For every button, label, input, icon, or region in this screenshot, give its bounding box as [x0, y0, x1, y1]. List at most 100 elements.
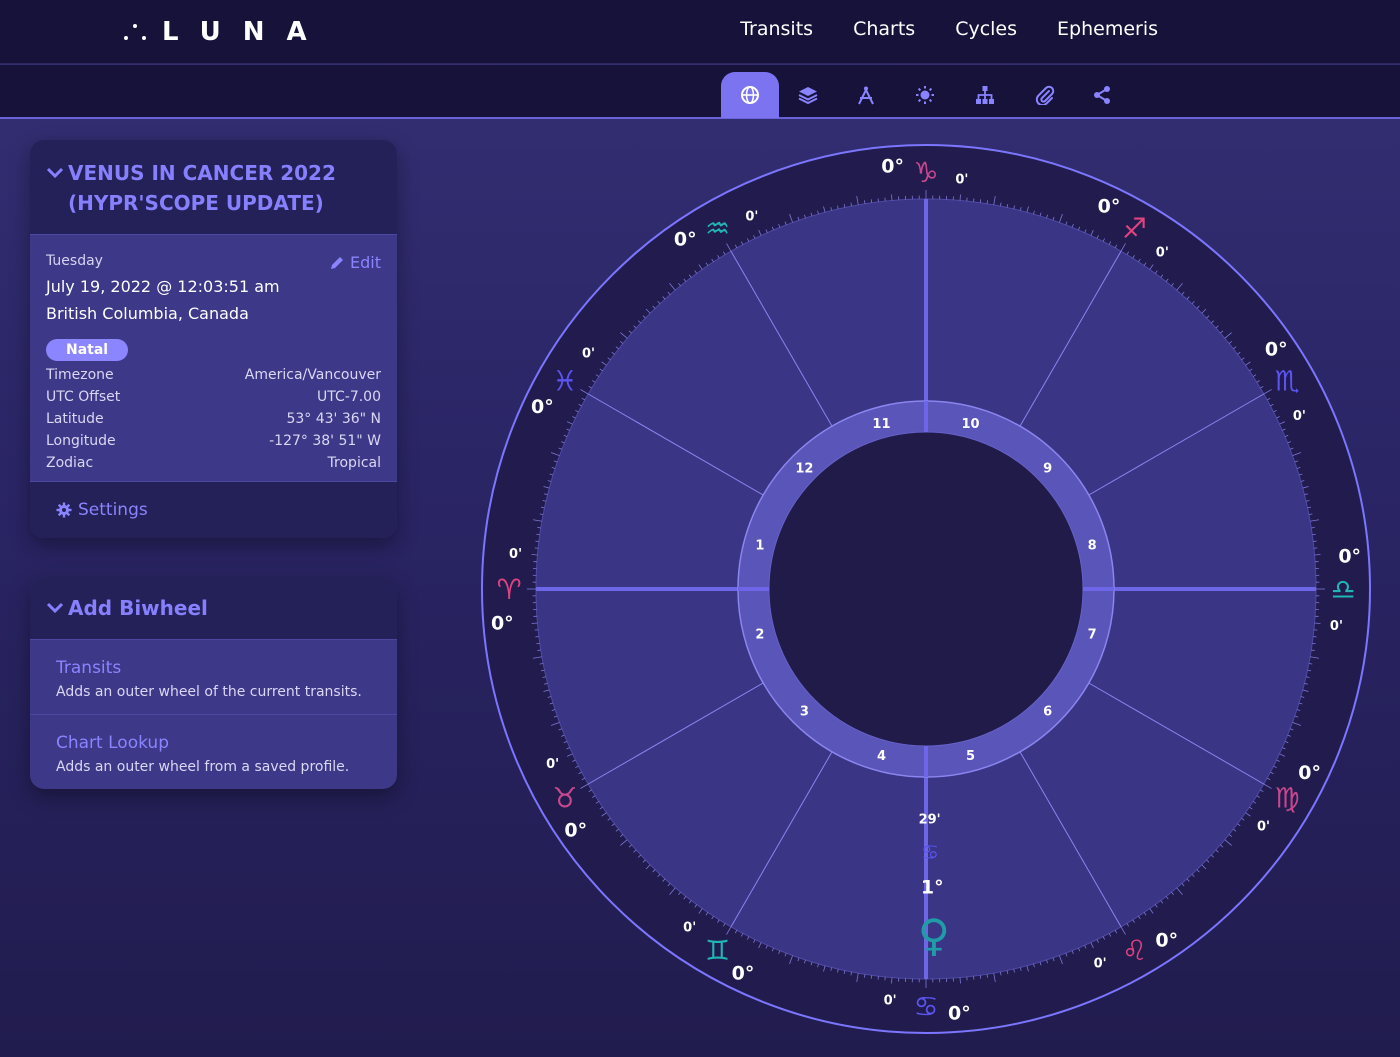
chevron-down-icon — [46, 602, 64, 614]
natal-badge: Natal — [46, 339, 129, 361]
nav-transits[interactable]: Transits — [740, 18, 813, 40]
degree-tick — [531, 622, 538, 624]
chevron-down-icon — [46, 167, 64, 179]
sign-degree-label: 0° — [1265, 338, 1288, 360]
sign-minute-label: 0' — [582, 347, 595, 362]
house-number: 7 — [1088, 628, 1097, 643]
leo-icon[interactable]: ♌ — [1122, 934, 1147, 967]
chart-info-card: VENUS IN CANCER 2022 (HYPR'SCOPE UPDATE)… — [30, 140, 397, 538]
pencil-icon — [331, 256, 344, 269]
place-text: British Columbia, Canada — [46, 304, 249, 323]
sitemap-icon[interactable] — [956, 72, 1014, 118]
detail-row-longitude: Longitude -127° 38' 51" W — [46, 433, 381, 449]
sign-degree-label: 0° — [732, 963, 755, 985]
sign-minute-label: 0' — [546, 757, 559, 772]
scorpio-icon[interactable]: ♏ — [1275, 365, 1300, 398]
gemini-icon[interactable]: ♊ — [705, 934, 730, 967]
detail-label: Zodiac — [46, 455, 94, 471]
nav-charts[interactable]: Charts — [853, 18, 915, 40]
paperclip-icon[interactable] — [1016, 72, 1074, 118]
sign-degree-label: 0° — [1338, 546, 1361, 568]
degree-tick — [986, 200, 988, 204]
sign-degree-label: 0° — [1098, 195, 1121, 217]
sign-minute-label: 0' — [1156, 246, 1169, 261]
logo-text: LUNA — [162, 17, 329, 47]
natal-chart-wheel[interactable]: 109876543211211♑0°0'♐0°0'♏0°0'♎0°0'♍0°0'… — [480, 143, 1372, 1035]
house-number: 11 — [872, 417, 890, 432]
degree-tick — [537, 527, 541, 529]
nav-ephemeris[interactable]: Ephemeris — [1057, 18, 1158, 40]
sign-minute-label: 0' — [1257, 819, 1270, 834]
house-number: 4 — [877, 749, 886, 764]
option-desc: Adds an outer wheel of the current trans… — [56, 684, 362, 700]
libra-icon[interactable]: ♎ — [1330, 573, 1355, 606]
aries-icon[interactable]: ♈ — [496, 573, 521, 606]
sign-degree-label: 0° — [1298, 762, 1321, 784]
settings-button[interactable]: Settings — [30, 481, 397, 538]
edit-button[interactable]: Edit — [329, 253, 381, 272]
detail-row-latitude: Latitude 53° 43' 36" N — [46, 411, 381, 427]
capricorn-icon[interactable]: ♑ — [913, 156, 938, 189]
sign-minute-label: 0' — [1094, 956, 1107, 971]
sign-minute-label: 0' — [955, 173, 968, 188]
biwheel-option-transits[interactable]: Transits Adds an outer wheel of the curr… — [30, 640, 397, 714]
edit-label: Edit — [350, 253, 381, 272]
degree-tick — [1311, 649, 1315, 651]
aquarius-icon[interactable]: ♒ — [705, 212, 730, 245]
biwheel-card: Add Biwheel Transits Adds an outer wheel… — [30, 577, 397, 789]
biwheel-title: Add Biwheel — [68, 596, 208, 620]
sign-degree-label: 0° — [948, 1003, 971, 1025]
house-number: 10 — [961, 417, 979, 432]
datetime-text: July 19, 2022 @ 12:03:51 am — [46, 277, 280, 296]
chart-info-header[interactable]: VENUS IN CANCER 2022 (HYPR'SCOPE UPDATE) — [30, 140, 397, 235]
planet-degree-label: 1° — [921, 877, 944, 899]
pisces-icon[interactable]: ♓ — [552, 365, 577, 398]
share-icon[interactable] — [1073, 72, 1131, 118]
detail-value: America/Vancouver — [244, 367, 381, 383]
sign-degree-label: 0° — [1155, 929, 1178, 951]
luna-logo[interactable]: LUNA — [122, 14, 329, 50]
house-number: 9 — [1043, 461, 1052, 476]
chart-toolbar — [0, 65, 1400, 119]
sagittarius-icon[interactable]: ♐ — [1122, 212, 1147, 245]
nav-cycles[interactable]: Cycles — [955, 18, 1017, 40]
house-number: 5 — [966, 749, 975, 764]
sign-minute-label: 0' — [509, 547, 522, 562]
taurus-icon[interactable]: ♉ — [552, 782, 577, 815]
detail-label: Longitude — [46, 433, 116, 449]
degree-tick — [959, 194, 961, 201]
detail-value: UTC-7.00 — [317, 389, 381, 405]
option-title: Chart Lookup — [56, 733, 169, 753]
compass-icon[interactable] — [837, 72, 895, 118]
house-number: 3 — [800, 705, 809, 720]
detail-row-utc-offset: UTC Offset UTC-7.00 — [46, 389, 381, 405]
sign-minute-label: 0' — [1293, 409, 1306, 424]
globe-icon[interactable] — [721, 72, 779, 118]
detail-value: Tropical — [327, 455, 381, 471]
layers-icon[interactable] — [779, 72, 837, 118]
top-navigation-bar: LUNA Transits Charts Cycles Ephemeris — [0, 0, 1400, 64]
sign-degree-label: 0° — [674, 229, 697, 251]
sign-minute-label: 0' — [1330, 619, 1343, 634]
cancer-icon[interactable]: ♋ — [913, 990, 938, 1023]
sun-icon[interactable] — [896, 72, 954, 118]
biwheel-header[interactable]: Add Biwheel — [30, 577, 397, 640]
house-number: 12 — [795, 461, 813, 476]
settings-label: Settings — [78, 500, 148, 520]
degree-tick — [864, 974, 866, 978]
biwheel-option-chart-lookup[interactable]: Chart Lookup Adds an outer wheel from a … — [30, 714, 397, 789]
option-desc: Adds an outer wheel from a saved profile… — [56, 759, 350, 775]
degree-tick — [959, 977, 961, 984]
venus-icon[interactable]: ♀ — [918, 910, 950, 961]
detail-label: UTC Offset — [46, 389, 121, 405]
detail-label: Timezone — [46, 367, 114, 383]
sign-degree-label: 0° — [531, 396, 554, 418]
house-number: 6 — [1043, 705, 1052, 720]
virgo-icon[interactable]: ♍ — [1275, 782, 1300, 815]
detail-row-zodiac: Zodiac Tropical — [46, 455, 381, 471]
degree-tick — [1311, 527, 1315, 529]
sign-minute-label: 0' — [884, 993, 897, 1008]
detail-value: -127° 38' 51" W — [269, 433, 381, 449]
chart-title: VENUS IN CANCER 2022 (HYPR'SCOPE UPDATE) — [68, 161, 336, 215]
detail-value: 53° 43' 36" N — [286, 411, 381, 427]
